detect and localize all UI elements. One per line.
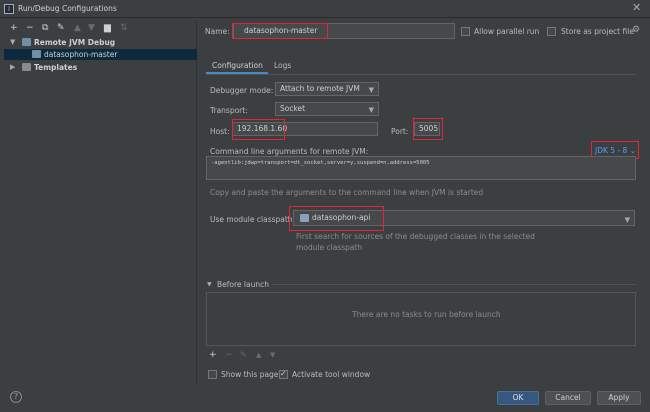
allow-parallel-checkbox[interactable]	[461, 27, 470, 36]
remote-debug-icon	[22, 38, 31, 46]
move-down-icon[interactable]: ▼	[270, 351, 275, 359]
wrench-icon	[22, 63, 31, 71]
before-launch-divider	[272, 284, 636, 285]
cmd-label: Command line arguments for remote JVM:	[210, 147, 369, 156]
ok-button[interactable]: OK	[497, 391, 539, 405]
tab-divider	[206, 74, 636, 75]
store-as-project-label: Store as project file	[561, 27, 634, 36]
highlight-box	[289, 206, 384, 231]
name-label: Name:	[205, 27, 230, 36]
configurations-tree-panel	[4, 20, 197, 384]
tab-configuration[interactable]: Configuration	[206, 58, 268, 74]
edit-task-icon[interactable]: ✎	[240, 350, 247, 359]
remote-debug-icon	[32, 50, 41, 58]
window-title: Run/Debug Configurations	[18, 4, 117, 13]
cmd-args-field[interactable]: -agentlib:jdwp=transport=dt_socket,serve…	[206, 156, 636, 180]
module-hint-line-1: First search for sources of the debugged…	[296, 232, 535, 241]
folder-icon[interactable]: ▆	[104, 23, 111, 33]
host-label: Host:	[210, 127, 230, 136]
chevron-down-icon: ▼	[368, 86, 374, 94]
remove-task-icon[interactable]: −	[225, 350, 233, 360]
chevron-down-icon[interactable]: ▼	[207, 281, 212, 288]
highlight-box	[413, 118, 443, 140]
show-page-label: Show this page	[221, 370, 279, 379]
gear-icon[interactable]: ⚙	[632, 25, 640, 35]
module-classpath-label: Use module classpath:	[210, 215, 296, 224]
chevron-down-icon[interactable]: ▼	[10, 38, 15, 46]
chevron-down-icon: ▼	[368, 106, 374, 114]
add-task-icon[interactable]: +	[209, 350, 217, 360]
cancel-button[interactable]: Cancel	[545, 391, 591, 405]
before-launch-label: Before launch	[217, 280, 269, 289]
tree-item-datasophon-master[interactable]: datasophon-master	[4, 49, 197, 60]
intellij-app-icon: I	[4, 4, 14, 14]
highlight-box	[232, 119, 285, 140]
activate-tool-label: Activate tool window	[292, 370, 371, 379]
transport-label: Transport:	[210, 106, 248, 115]
add-config-icon[interactable]: +	[10, 23, 18, 33]
name-input[interactable]: datasophon-master	[232, 23, 455, 39]
jdk-version-select[interactable]: JDK 5 - 8 ⌄	[595, 146, 636, 155]
copy-config-icon[interactable]: ⧉	[42, 23, 48, 33]
allow-parallel-label: Allow parallel run	[474, 27, 540, 36]
show-page-checkbox[interactable]	[208, 370, 217, 379]
tree-group-remote-jvm[interactable]: ▼ Remote JVM Debug	[4, 37, 197, 48]
chevron-right-icon[interactable]: ▶	[10, 63, 15, 71]
tab-logs[interactable]: Logs	[274, 61, 291, 70]
checkmark-icon: ✓	[280, 369, 287, 378]
module-hint-line-2: module classpath	[296, 243, 363, 252]
before-launch-list: There are no tasks to run before launch	[206, 292, 636, 346]
tree-group-templates[interactable]: ▶ Templates	[4, 62, 197, 73]
move-up-icon[interactable]: ▲	[74, 23, 81, 33]
highlight-box	[232, 23, 328, 39]
debugger-mode-select[interactable]: Attach to remote JVM ▼	[275, 82, 379, 96]
no-tasks-text: There are no tasks to run before launch	[352, 310, 501, 319]
tree-group-label: Templates	[34, 63, 78, 72]
tree-group-label: Remote JVM Debug	[34, 38, 116, 47]
store-as-project-checkbox[interactable]	[547, 27, 556, 36]
cmd-hint: Copy and paste the arguments to the comm…	[210, 188, 484, 197]
chevron-down-icon: ▼	[624, 216, 630, 224]
tree-item-label: datasophon-master	[44, 50, 118, 59]
apply-button[interactable]: Apply	[597, 391, 641, 405]
help-icon[interactable]: ?	[10, 391, 22, 403]
port-label: Port:	[391, 127, 409, 136]
wrench-icon[interactable]: ✎	[57, 23, 65, 33]
close-icon[interactable]: ✕	[632, 1, 641, 14]
move-down-icon[interactable]: ▼	[88, 23, 95, 33]
move-up-icon[interactable]: ▲	[256, 351, 261, 359]
transport-select[interactable]: Socket ▼	[275, 102, 379, 116]
remove-config-icon[interactable]: −	[26, 23, 34, 33]
debugger-mode-label: Debugger mode:	[210, 86, 274, 95]
sort-icon[interactable]: ⇅	[120, 23, 128, 33]
activate-tool-checkbox[interactable]: ✓	[279, 369, 288, 379]
